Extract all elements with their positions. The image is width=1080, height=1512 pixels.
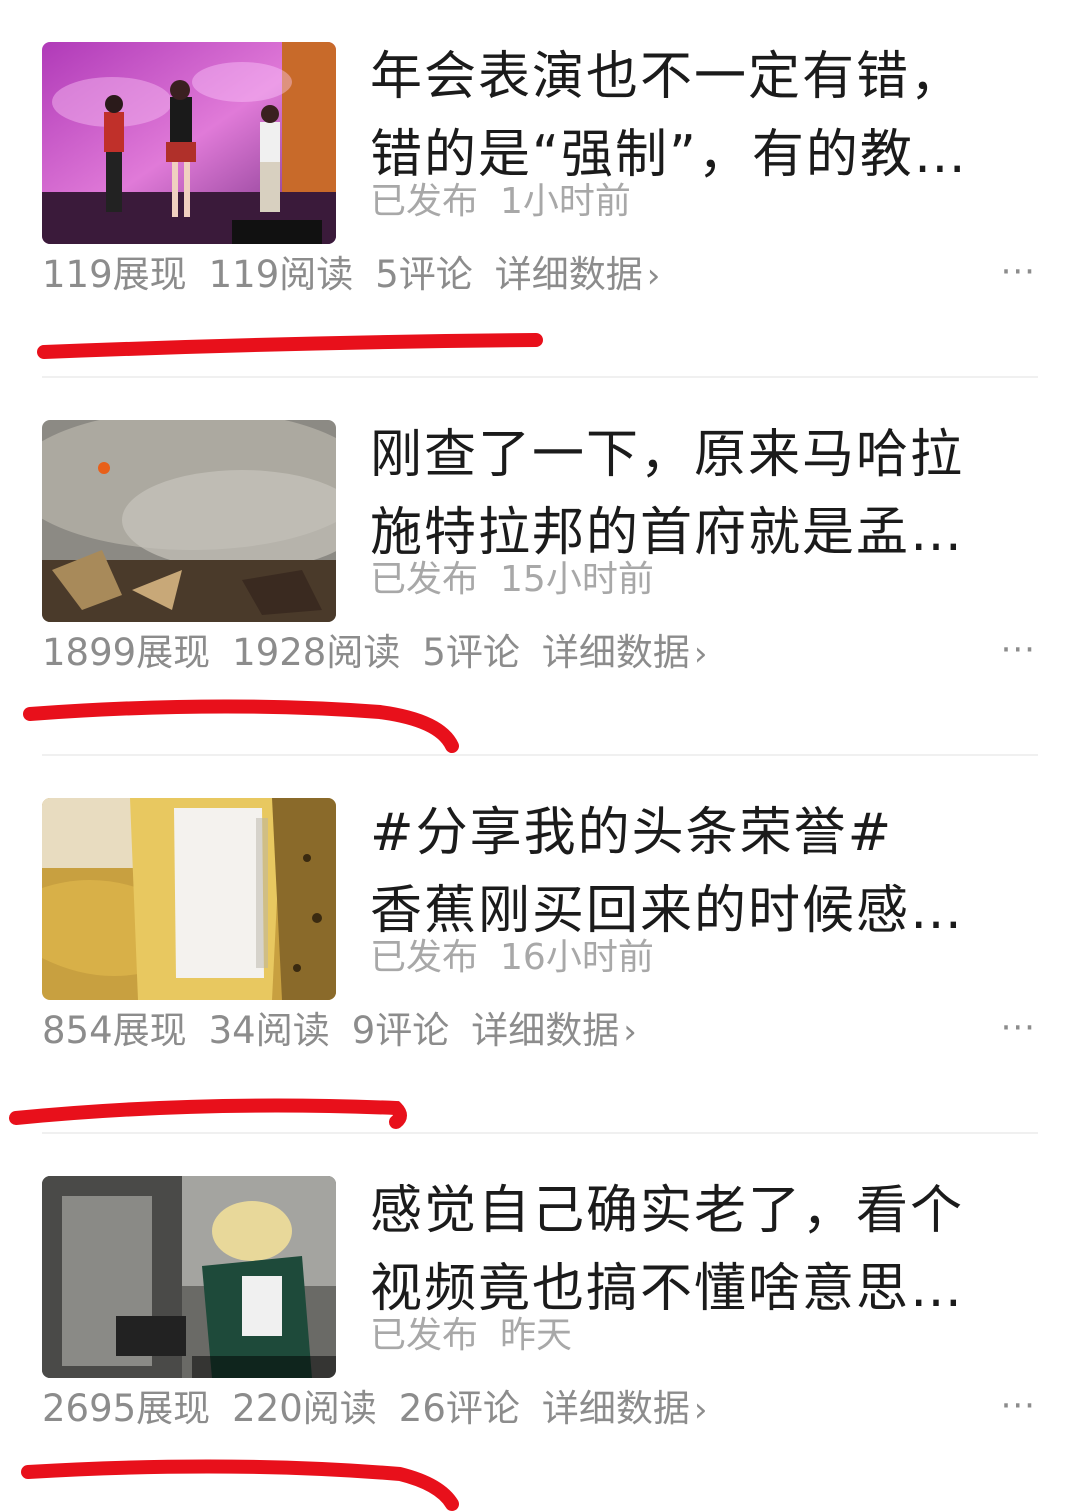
status-label: 已发布 xyxy=(370,559,479,600)
reads-count: 220阅读 xyxy=(232,1387,377,1430)
comments-count: 5评论 xyxy=(375,253,473,296)
reads-count: 34阅读 xyxy=(208,1009,330,1052)
detail-data-label: 详细数据 xyxy=(494,253,643,296)
thumbnail-banana[interactable] xyxy=(42,798,336,1000)
comments-count: 9评论 xyxy=(351,1009,450,1052)
more-options-icon[interactable]: ··· xyxy=(1001,630,1036,670)
thumbnail-smoke-fire[interactable] xyxy=(42,420,336,622)
feed-item[interactable]: #分享我的头条荣誉# 香蕉刚买回来的时候感… 已发布 16小时前 854展现 34阅… xyxy=(0,756,1080,1134)
feed-item[interactable]: 刚查了一下，原来马哈拉 施特拉邦的首府就是孟… 已发布 15小时前 1899展现 1… xyxy=(0,378,1080,756)
publish-time: 昨天 xyxy=(500,1315,573,1356)
detail-data-label: 详细数据 xyxy=(541,631,690,674)
detail-data-label: 详细数据 xyxy=(471,1009,620,1052)
more-options-icon[interactable]: ··· xyxy=(1001,1386,1036,1426)
reads-count: 1928阅读 xyxy=(232,631,401,674)
detail-data-label: 详细数据 xyxy=(541,1387,690,1430)
article-title[interactable]: 年会表演也不一定有错， 错的是“强制”，有的教… xyxy=(370,38,1030,194)
publish-time: 15小时前 xyxy=(500,559,654,600)
publish-time: 1小时前 xyxy=(500,181,631,222)
publish-info: 已发布 1小时前 xyxy=(370,172,631,224)
thumbnail-stage-performance[interactable] xyxy=(42,42,336,244)
impressions-count: 1899展现 xyxy=(42,631,211,674)
chevron-right-icon: › xyxy=(693,1390,708,1430)
chevron-right-icon: › xyxy=(623,1012,637,1052)
reads-count: 119阅读 xyxy=(208,253,354,296)
publish-info: 已发布 昨天 xyxy=(370,1306,572,1358)
status-label: 已发布 xyxy=(370,937,479,978)
status-label: 已发布 xyxy=(370,181,479,222)
detail-data-link[interactable]: 详细数据 › xyxy=(542,631,708,674)
article-title[interactable]: #分享我的头条荣誉# 香蕉刚买回来的时候感… xyxy=(370,794,1030,950)
comments-count: 5评论 xyxy=(422,631,520,674)
impressions-count: 119展现 xyxy=(42,253,187,296)
detail-data-link[interactable]: 详细数据 › xyxy=(495,253,661,296)
detail-data-link[interactable]: 详细数据 › xyxy=(471,1009,637,1052)
thumbnail-cctv-video[interactable] xyxy=(42,1176,336,1378)
chevron-right-icon: › xyxy=(693,634,708,674)
more-options-icon[interactable]: ··· xyxy=(1001,1008,1036,1048)
article-title[interactable]: 感觉自己确实老了，看个 视频竟也搞不懂啥意思… xyxy=(370,1172,1030,1328)
publish-info: 已发布 16小时前 xyxy=(370,928,654,980)
stats-row: 2695展现 220阅读 26评论 详细数据 › xyxy=(42,1378,730,1432)
detail-data-link[interactable]: 详细数据 › xyxy=(542,1387,708,1430)
chevron-right-icon: › xyxy=(646,256,661,296)
article-title[interactable]: 刚查了一下，原来马哈拉 施特拉邦的首府就是孟… xyxy=(370,416,1030,572)
stats-row: 854展现 34阅读 9评论 详细数据 › xyxy=(42,1000,659,1054)
stats-row: 1899展现 1928阅读 5评论 详细数据 › xyxy=(42,622,730,676)
status-label: 已发布 xyxy=(370,1315,479,1356)
impressions-count: 854展现 xyxy=(42,1009,187,1052)
publish-time: 16小时前 xyxy=(500,937,654,978)
more-options-icon[interactable]: ··· xyxy=(1001,252,1036,292)
feed-item[interactable]: 感觉自己确实老了，看个 视频竟也搞不懂啥意思… 已发布 昨天 2695展现 220阅… xyxy=(0,1134,1080,1512)
stats-row: 119展现 119阅读 5评论 详细数据 › xyxy=(42,244,682,298)
comments-count: 26评论 xyxy=(398,1387,520,1430)
impressions-count: 2695展现 xyxy=(42,1387,211,1430)
feed-item[interactable]: 年会表演也不一定有错， 错的是“强制”，有的教… 已发布 1小时前 119展现 11… xyxy=(0,0,1080,378)
publish-info: 已发布 15小时前 xyxy=(370,550,654,602)
